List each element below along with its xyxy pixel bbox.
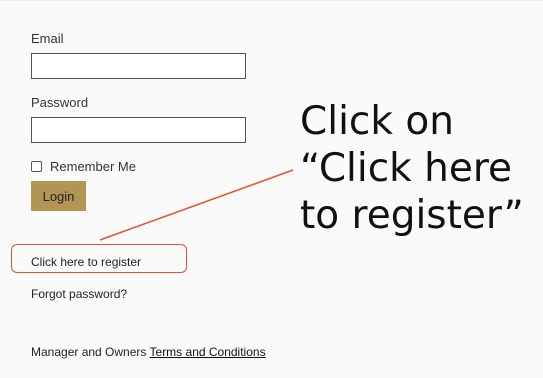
annotation-arrow-line <box>99 169 294 241</box>
annotation-line-1: Click on <box>300 99 454 144</box>
annotation-callout: Click on “Click here to register” <box>300 98 540 239</box>
annotation-line-2: “Click here <box>300 146 513 191</box>
annotation-line-3: to register” <box>300 193 524 238</box>
